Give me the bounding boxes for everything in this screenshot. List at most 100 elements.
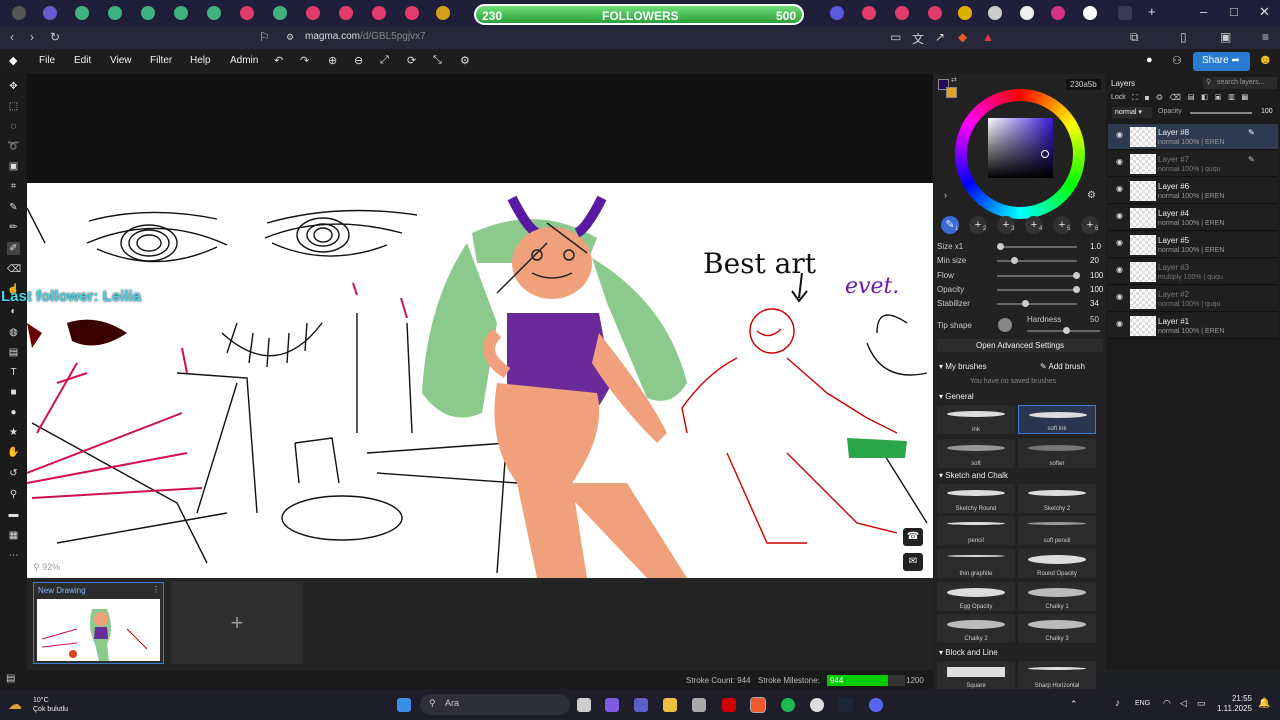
new-tab-icon[interactable]: + [1148, 4, 1156, 19]
reload-icon[interactable]: ↻ [50, 30, 60, 44]
zoom-out-icon[interactable]: ⊖ [354, 54, 363, 67]
layer-row-8[interactable]: ◉ Layer #8 normal 100% | EREN ✎ [1108, 124, 1278, 150]
eyedropper-icon[interactable]: ✎ [7, 201, 20, 214]
layer-row-7[interactable]: ◉ Layer #7 normal 100% | ququ ✎ [1108, 151, 1278, 177]
tab-favicon[interactable] [372, 6, 386, 20]
pencil-icon[interactable]: ✏ [7, 221, 20, 234]
section-sketch[interactable]: ▾ Sketch and Chalk [939, 471, 1008, 480]
tab-favicon[interactable] [141, 6, 155, 20]
rotate-view-icon[interactable]: ↺ [7, 467, 20, 480]
maximize-icon[interactable]: □ [1230, 4, 1238, 19]
tab-favicon[interactable] [306, 6, 320, 20]
brush-pencil[interactable]: pencil [937, 516, 1015, 545]
menu-filter[interactable]: Filter [150, 55, 172, 66]
call-icon[interactable]: ☎ [903, 528, 923, 546]
tab-favicon[interactable] [1020, 6, 1034, 20]
store-icon[interactable] [692, 698, 706, 712]
eye-icon[interactable]: ◉ [1116, 184, 1123, 193]
app-icon[interactable] [722, 698, 736, 712]
add-drawing-button[interactable]: + [171, 582, 303, 664]
url-field[interactable]: magma.com/d/GBL5pgjvx7 [305, 31, 426, 42]
clock[interactable]: 21:55 1.11.2025 [1216, 694, 1252, 714]
hardness-slider[interactable] [1027, 327, 1100, 334]
my-brushes-header[interactable]: ▾ My brushes [939, 362, 987, 371]
tab-favicon[interactable] [830, 6, 844, 20]
tip-shape-preview[interactable] [998, 318, 1012, 332]
fullscreen-icon[interactable]: ⤡ [433, 54, 442, 67]
hex-color-field[interactable]: 230a5b [1066, 79, 1101, 90]
settings-icon[interactable]: ⚙ [460, 54, 470, 67]
layer-row-3[interactable]: ◉ Layer #3 multiply 100% | ququ [1108, 259, 1278, 285]
edit-icon[interactable]: ✎ [1248, 128, 1255, 137]
eye-icon[interactable]: ◉ [1116, 157, 1123, 166]
opacity-slider[interactable] [997, 286, 1080, 293]
edit-icon[interactable]: ✎ [1248, 155, 1255, 164]
tab-favicon[interactable] [240, 6, 254, 20]
color-picker-handle[interactable] [1041, 150, 1049, 158]
weather-widget[interactable]: 10°C Çok bulutlu [33, 696, 68, 714]
gradient-icon[interactable]: ▤ [7, 346, 20, 359]
task-view-icon[interactable] [577, 698, 591, 712]
tab-favicon[interactable] [43, 6, 57, 20]
secondary-color-swatch[interactable] [946, 87, 957, 98]
notification-icon[interactable]: 🔔 [1258, 698, 1270, 709]
tab-favicon[interactable] [405, 6, 419, 20]
tab-favicon[interactable] [174, 6, 188, 20]
forward-icon[interactable]: › [30, 30, 34, 44]
tab-favicon[interactable] [108, 6, 122, 20]
select-rect-icon[interactable]: ⬚ [7, 100, 20, 113]
layer-row-5[interactable]: ◉ Layer #5 normal 100% | EREN [1108, 232, 1278, 258]
tab-favicon[interactable] [273, 6, 287, 20]
crop-icon[interactable]: ⌗ [7, 180, 20, 193]
sidebar-icon[interactable]: ▯ [1180, 30, 1187, 44]
brush-soft-ink[interactable]: soft ink [1018, 405, 1096, 434]
layer-tool-icons[interactable]: ⛶◼◎⌫▤◧▣▥▦ [1132, 93, 1255, 103]
taskbar-search[interactable]: ⚲ Ara [420, 694, 570, 715]
steam-icon[interactable] [839, 698, 853, 712]
size-slider[interactable] [997, 243, 1077, 250]
tab-favicon[interactable] [207, 6, 221, 20]
star-tool-icon[interactable]: ★ [7, 426, 20, 439]
eye-icon[interactable]: ◉ [1116, 238, 1123, 247]
layer-row-6[interactable]: ◉ Layer #6 normal 100% | EREN [1108, 178, 1278, 204]
tab-favicon[interactable] [12, 6, 26, 20]
copilot-icon[interactable] [605, 698, 619, 712]
brush-egg-opacity[interactable]: Egg Opacity [937, 582, 1015, 611]
rectangle-tool-icon[interactable]: ■ [7, 386, 20, 399]
tab-favicon[interactable] [1083, 6, 1097, 20]
swap-colors-icon[interactable]: ⇄ [951, 76, 957, 84]
menu-admin[interactable]: Admin [230, 55, 258, 66]
user-avatar-icon[interactable]: ● [1146, 54, 1153, 66]
menu-edit[interactable]: Edit [74, 55, 91, 66]
brave-shield-icon[interactable]: ◆ [958, 30, 967, 44]
teams-icon[interactable] [634, 698, 648, 712]
zoom-in-icon[interactable]: ⊕ [328, 54, 337, 67]
transform-icon[interactable]: ▣ [7, 160, 20, 173]
brush-chalky-3[interactable]: Chalky 3 [1018, 614, 1096, 643]
layer-opacity-slider[interactable] [1190, 112, 1252, 114]
screen-icon[interactable]: ▭ [890, 30, 901, 44]
tab-favicon[interactable] [958, 6, 972, 20]
back-icon[interactable]: ‹ [10, 30, 14, 44]
zoom-level[interactable]: ⚲ 92% [33, 562, 60, 573]
tab-favicon[interactable] [1051, 6, 1065, 20]
eye-icon[interactable]: ◉ [1116, 130, 1123, 139]
tab-favicon[interactable] [75, 6, 89, 20]
spotify-icon[interactable] [781, 698, 795, 712]
tray-expand-icon[interactable]: ⌃ [1070, 699, 1078, 710]
tab-favicon[interactable] [895, 6, 909, 20]
eraser-icon[interactable]: ⌫ [7, 263, 21, 276]
menu-file[interactable]: File [39, 55, 55, 66]
eye-icon[interactable]: ◉ [1116, 211, 1123, 220]
brush-thin-graphite[interactable]: thin graphite [937, 549, 1015, 578]
browser-menu-icon[interactable]: ≡ [1262, 30, 1269, 44]
redo-icon[interactable]: ↷ [300, 54, 309, 67]
brush-ink[interactable]: ink [937, 405, 1015, 434]
stabilizer-slider[interactable] [997, 300, 1077, 307]
flow-slider[interactable] [997, 272, 1080, 279]
menu-view[interactable]: View [110, 55, 132, 66]
tab-favicon[interactable] [436, 6, 450, 20]
color-saturation-square[interactable] [988, 118, 1053, 178]
share-button[interactable]: Share ➦ [1193, 52, 1250, 71]
eye-icon[interactable]: ◉ [1116, 265, 1123, 274]
